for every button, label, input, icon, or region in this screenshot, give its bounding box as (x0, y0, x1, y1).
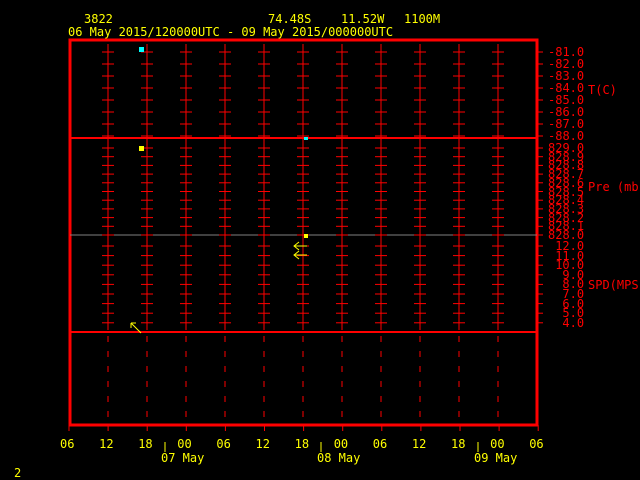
page-number: 2 (14, 466, 22, 480)
temperature-marker (304, 137, 308, 140)
x-hour-label: 18 (451, 437, 466, 451)
x-hour-label: 06 (529, 437, 544, 451)
x-hour-label: 00 (333, 437, 349, 451)
x-hour-label: 00 (490, 437, 505, 451)
pressure-marker (304, 234, 308, 238)
wind-barb (293, 250, 307, 260)
meteogram-window: 3822 74.48S 11.52W 1100M 06 May 2015/120… (0, 0, 640, 480)
temperature-marker (139, 47, 144, 52)
pressure-marker (139, 146, 144, 151)
x-date-label: 09 May (474, 451, 518, 465)
x-hour-label: 12 (255, 437, 270, 451)
x-hour-label: 06 (60, 437, 75, 451)
x-hour-label: 00 (177, 437, 192, 451)
meteogram-plot (68, 38, 543, 452)
wind-barb (293, 241, 307, 251)
x-date-label: 08 May (317, 451, 361, 465)
axis-tick-label: 4.0 (562, 315, 585, 330)
x-date-label: 07 May (161, 451, 205, 465)
x-hour-label: 18 (294, 437, 310, 451)
x-hour-label: 06 (372, 437, 388, 451)
x-hour-label: 12 (99, 437, 114, 451)
speed-axis-label: SPD(MPS) (588, 278, 640, 292)
x-hour-label: 06 (216, 437, 231, 451)
pressure-axis-label: Pre (mb) (588, 180, 640, 194)
x-hour-label: 12 (411, 437, 427, 451)
temp-axis-label: T(C) (588, 83, 617, 97)
x-hour-label: 18 (138, 437, 153, 451)
